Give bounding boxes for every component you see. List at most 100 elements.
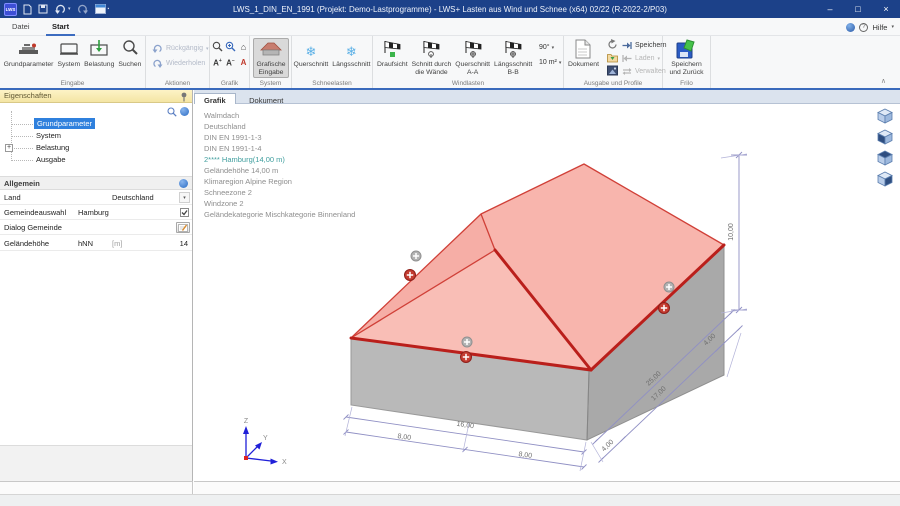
property-row-land: Land Deutschland ▾ xyxy=(0,190,192,205)
panel-footer-area xyxy=(0,445,192,481)
axis-z-label: Z xyxy=(244,418,249,425)
speichern-und-zurueck-button[interactable]: Speichern und Zurück xyxy=(667,38,705,78)
info-ball-icon[interactable] xyxy=(179,179,188,188)
property-row-dialog-gemeinde: Dialog Gemeinde xyxy=(0,220,192,235)
dim-front-total: 16,00 xyxy=(456,421,474,430)
load-profile-icon xyxy=(622,54,632,63)
dropdown-button[interactable]: ▾ xyxy=(179,192,190,203)
close-button[interactable]: × xyxy=(872,0,900,18)
tree-line xyxy=(11,160,33,161)
dokument-button[interactable]: Dokument xyxy=(566,38,601,70)
windsock-icon xyxy=(381,39,403,59)
statusbar-left-cell xyxy=(0,481,193,494)
snowflake-icon: ❄ xyxy=(305,39,316,59)
caret-down-icon[interactable]: ▾ xyxy=(68,6,71,12)
profile-folder-icon[interactable] xyxy=(607,52,618,63)
tree-item-belastung[interactable]: Belastung xyxy=(36,142,69,153)
new-document-icon[interactable] xyxy=(23,4,32,15)
group-system: Grafische Eingabe System xyxy=(250,36,292,88)
land-value[interactable]: Deutschland xyxy=(112,193,154,202)
edit-dialog-button[interactable] xyxy=(176,222,190,233)
schnee-querschnitt-button[interactable]: ❄ Querschnitt xyxy=(292,38,331,78)
wind-angle-dropdown[interactable]: 90° ▾ xyxy=(539,44,554,51)
belastung-button[interactable]: Belastung xyxy=(82,38,116,78)
profile-laden-button[interactable]: Laden ▾ xyxy=(622,54,660,63)
wind-schnitt-waende-button[interactable]: Schnitt durch die Wände xyxy=(410,38,454,78)
expander-icon[interactable]: + xyxy=(5,144,13,152)
view-cube-front-button[interactable] xyxy=(876,129,894,145)
profile-speichern-button[interactable]: Speichern xyxy=(622,41,667,50)
zoom-icon[interactable] xyxy=(211,40,224,53)
profile-verwalten-button[interactable]: Verwalten xyxy=(622,67,666,76)
system-button[interactable]: System xyxy=(55,38,82,78)
minimize-button[interactable]: – xyxy=(816,0,844,18)
undo-icon[interactable] xyxy=(54,4,66,14)
section-label: Allgemein xyxy=(4,179,40,188)
font-decrease-icon[interactable]: A− xyxy=(224,56,237,69)
windsock-icon xyxy=(462,39,484,59)
tab-start[interactable]: Start xyxy=(46,18,75,36)
image-export-icon[interactable] xyxy=(607,65,618,76)
section-allgemein: Allgemein xyxy=(0,176,192,190)
belastung-icon xyxy=(88,39,110,59)
group-label: Aktionen xyxy=(146,80,209,87)
house-icon xyxy=(259,40,283,59)
undo-button[interactable]: Rückgängig ▾ xyxy=(152,44,208,53)
tab-datei[interactable]: Datei xyxy=(6,18,36,36)
tree-item-grundparameter[interactable]: Grundparameter xyxy=(34,118,95,129)
group-eingabe: Grundparameter System Belastung Suchen E… xyxy=(0,36,146,88)
font-color-icon[interactable]: A xyxy=(237,56,250,69)
dim-height: 10,00 xyxy=(728,223,735,241)
schnee-laengsschnitt-button[interactable]: ❄ Längsschnitt xyxy=(330,38,372,78)
property-row-gelaendehoehe: Geländehöhe hNN [m] 14 xyxy=(0,236,192,251)
grafische-eingabe-button[interactable]: Grafische Eingabe xyxy=(253,38,289,78)
qat-overflow-icon[interactable]: ▪ xyxy=(108,6,110,12)
info-line: Deutschland xyxy=(204,121,355,132)
wind-draufsicht-button[interactable]: Draufsicht xyxy=(375,38,410,78)
group-grafik: ⌂ A+ A− A Grafik xyxy=(210,36,250,88)
info-line: Walmdach xyxy=(204,110,355,121)
grundparameter-button[interactable]: Grundparameter xyxy=(2,38,56,78)
redo-button[interactable]: Wiederholen xyxy=(152,59,205,68)
font-increase-icon[interactable]: A+ xyxy=(211,56,224,69)
zoom-home-icon[interactable]: ⌂ xyxy=(237,40,250,53)
zoom-window-icon[interactable] xyxy=(224,40,237,53)
checkbox-checked[interactable] xyxy=(180,208,189,217)
redo-icon[interactable] xyxy=(77,4,89,14)
tree-item-ausgabe[interactable]: Ausgabe xyxy=(36,154,66,165)
property-label: Dialog Gemeinde xyxy=(4,223,62,232)
properties-header-label: Eigenschaften xyxy=(4,91,52,100)
help-menu[interactable]: Hilfe xyxy=(872,23,887,32)
group-label: System xyxy=(250,80,291,87)
suchen-button[interactable]: Suchen xyxy=(116,38,143,78)
caret-down-icon: ▾ xyxy=(206,46,209,52)
model-viewport[interactable]: 16,00 8,00 8,00 25,00 4,00 17,00 4,00 10… xyxy=(194,104,900,481)
group-label: Schneelasten xyxy=(292,80,372,87)
info-ball-icon[interactable] xyxy=(180,107,189,116)
view-cube-top-button[interactable] xyxy=(876,150,894,166)
info-line: Geländekategorie Mischkategorie Binnenla… xyxy=(204,209,355,220)
group-aktionen: Rückgängig ▾ Wiederholen Aktionen xyxy=(146,36,210,88)
wind-querschnitt-aa-button[interactable]: Querschnitt A-A xyxy=(453,38,492,78)
wind-area-dropdown[interactable]: 10 m² ▾ xyxy=(539,59,561,66)
maximize-button[interactable]: □ xyxy=(844,0,872,18)
hoehe-value[interactable]: 14 xyxy=(180,239,188,248)
frilo-ball-icon[interactable] xyxy=(846,23,855,32)
view-cube-toolbar xyxy=(876,108,894,187)
redo-icon xyxy=(152,59,163,68)
group-windlasten: Draufsicht Schnitt durch die Wände Quers… xyxy=(373,36,564,88)
collapse-ribbon-icon[interactable]: ∧ xyxy=(881,77,886,85)
axis-triad: Z X Y xyxy=(243,418,287,466)
save-icon[interactable] xyxy=(38,4,48,14)
frilo-control-center-icon[interactable] xyxy=(95,4,106,14)
help-icon: ? xyxy=(859,23,868,32)
search-icon[interactable] xyxy=(167,107,177,117)
view-cube-iso-button[interactable] xyxy=(876,108,894,124)
tree-item-system[interactable]: System xyxy=(36,130,61,141)
view-cube-side-button[interactable] xyxy=(876,171,894,187)
wind-laengsschnitt-bb-button[interactable]: Längsschnitt B-B xyxy=(492,38,534,78)
app-icon[interactable]: LWS xyxy=(4,3,17,16)
refresh-icon[interactable] xyxy=(607,39,618,50)
undo-icon xyxy=(152,44,163,53)
pin-icon[interactable] xyxy=(180,92,188,102)
